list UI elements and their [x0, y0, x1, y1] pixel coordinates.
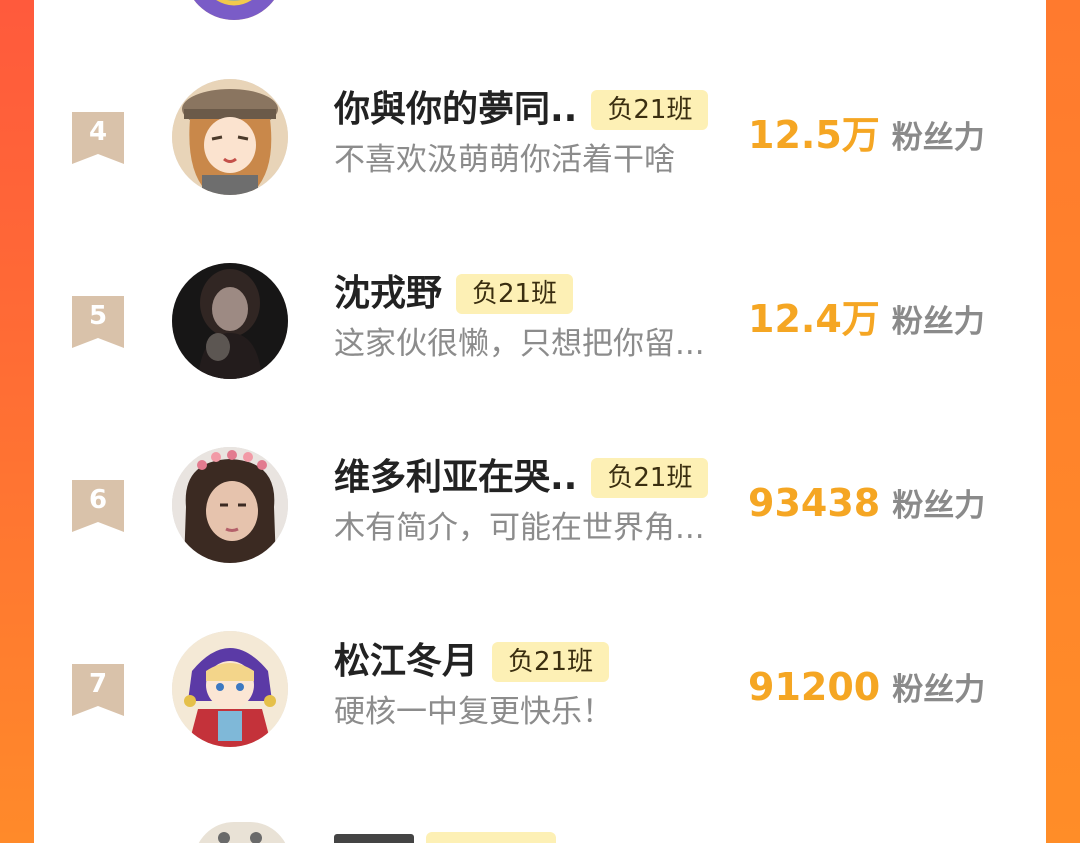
previous-row-avatar — [184, 0, 284, 20]
leaderboard-card: 4 你與你的夢同.. 负21班 不喜欢汲萌萌你活着干啥 12.5万 粉丝力 5 … — [34, 0, 1046, 843]
fans-label: 粉丝力 — [891, 304, 985, 340]
user-bio: 这家伙很懒，只想把你留... — [334, 326, 705, 362]
name-line: 沈戎野 负21班 — [334, 272, 574, 316]
fans-score: 12.5万 粉丝力 — [748, 110, 985, 160]
next-row-avatar — [194, 822, 290, 843]
fans-label: 粉丝力 — [892, 672, 986, 708]
leaderboard-row[interactable]: 7 松江冬月 负21班 硬核一中复更快乐！ 91200 粉丝力 — [34, 628, 1046, 758]
class-badge: 负21班 — [492, 642, 610, 682]
name-line: 你與你的夢同.. 负21班 — [334, 88, 709, 132]
user-avatar[interactable] — [172, 447, 288, 563]
fans-score: 12.4万 粉丝力 — [748, 294, 985, 344]
rank-ribbon-icon: 6 — [72, 480, 124, 532]
rank-ribbon-icon: 4 — [72, 112, 124, 164]
fans-value: 12.5万 — [748, 113, 880, 157]
user-avatar[interactable] — [172, 263, 288, 379]
leaderboard-row[interactable]: 5 沈戎野 负21班 这家伙很懒，只想把你留... 12.4万 粉丝力 — [34, 260, 1046, 390]
leaderboard-row[interactable]: 4 你與你的夢同.. 负21班 不喜欢汲萌萌你活着干啥 12.5万 粉丝力 — [34, 76, 1046, 206]
leaderboard-frame: 4 你與你的夢同.. 负21班 不喜欢汲萌萌你活着干啥 12.5万 粉丝力 5 … — [0, 0, 1080, 843]
leaderboard-row[interactable]: 6 维多利亚在哭.. 负21班 木有简介，可能在世界角... 93438 粉丝力 — [34, 444, 1046, 574]
rank-ribbon-icon: 7 — [72, 664, 124, 716]
next-row-badge-fragment — [426, 832, 556, 843]
rank-number: 5 — [88, 301, 108, 331]
fans-value: 91200 — [748, 665, 881, 709]
class-badge: 负21班 — [456, 274, 574, 314]
user-bio: 不喜欢汲萌萌你活着干啥 — [334, 142, 675, 178]
fans-value: 93438 — [748, 481, 881, 525]
next-row-name-fragment — [334, 826, 414, 843]
fans-score: 93438 粉丝力 — [748, 478, 985, 528]
fans-label: 粉丝力 — [891, 120, 985, 156]
user-name[interactable]: 松江冬月 — [334, 640, 478, 684]
fans-value: 12.4万 — [748, 297, 880, 341]
rank-ribbon-icon: 5 — [72, 296, 124, 348]
user-bio: 木有简介，可能在世界角... — [334, 510, 705, 546]
class-badge: 负21班 — [591, 90, 709, 130]
user-avatar[interactable] — [172, 79, 288, 195]
user-bio: 硬核一中复更快乐！ — [334, 694, 613, 730]
user-name[interactable]: 维多利亚在哭.. — [334, 456, 577, 500]
rank-number: 6 — [88, 485, 108, 515]
fans-score: 91200 粉丝力 — [748, 662, 985, 712]
class-badge: 负21班 — [591, 458, 709, 498]
name-line: 维多利亚在哭.. 负21班 — [334, 456, 709, 500]
user-avatar[interactable] — [172, 631, 288, 747]
rank-number: 4 — [88, 117, 108, 147]
name-line: 松江冬月 负21班 — [334, 640, 610, 684]
frame-right-edge — [1044, 0, 1080, 843]
fans-label: 粉丝力 — [892, 488, 986, 524]
user-name[interactable]: 你與你的夢同.. — [334, 88, 577, 132]
rank-number: 7 — [88, 669, 108, 699]
user-name[interactable]: 沈戎野 — [334, 272, 442, 316]
